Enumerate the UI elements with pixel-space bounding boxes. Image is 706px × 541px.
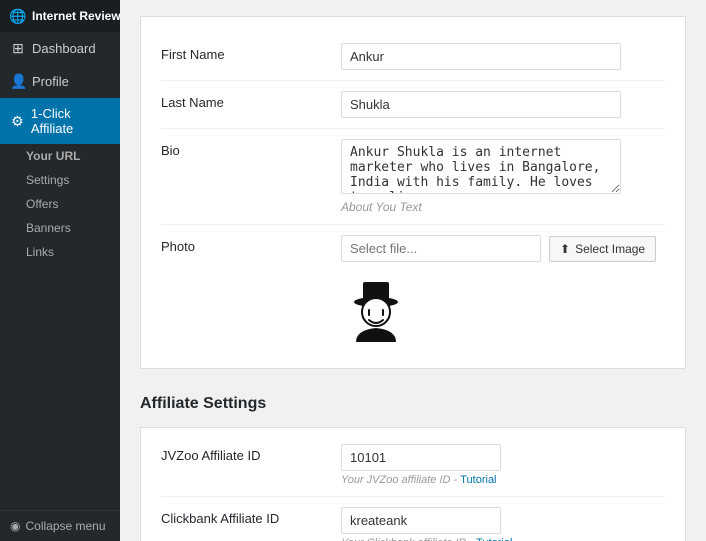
main-content: First Name Last Name Bio About You Text … [120, 0, 706, 541]
sidebar-item-dashboard[interactable]: ⊞ Dashboard [0, 32, 120, 65]
sidebar-item-settings[interactable]: Settings [0, 168, 120, 192]
affiliate-icon: ⚙ [10, 113, 25, 130]
upload-icon: ⬆ [560, 242, 570, 256]
first-name-label: First Name [161, 43, 341, 62]
sidebar-item-affiliate[interactable]: ⚙ 1-Click Affiliate [0, 98, 120, 144]
sidebar-item-banners[interactable]: Banners [0, 216, 120, 240]
bio-row: Bio About You Text [161, 129, 665, 225]
photo-input-row: ⬆ Select Image [341, 235, 665, 262]
jvzoo-tutorial-link[interactable]: Tutorial [460, 474, 496, 486]
clickbank-label: Clickbank Affiliate ID [161, 507, 341, 526]
dashboard-icon: ⊞ [10, 40, 26, 57]
sidebar-item-profile[interactable]: 👤 Profile [0, 65, 120, 98]
first-name-input[interactable] [341, 43, 621, 70]
clickbank-row: Clickbank Affiliate ID Your Clickbank af… [161, 497, 665, 541]
jvzoo-input[interactable] [341, 444, 501, 471]
last-name-label: Last Name [161, 91, 341, 110]
photo-row: Photo ⬆ Select Image [161, 225, 665, 352]
sidebar-item-links[interactable]: Links [0, 240, 120, 264]
clickbank-tutorial-link[interactable]: Tutorial [476, 537, 512, 541]
avatar [341, 272, 411, 342]
globe-icon: 🌐 [10, 8, 26, 24]
jvzoo-row: JVZoo Affiliate ID Your JVZoo affiliate … [161, 434, 665, 497]
first-name-control [341, 43, 665, 70]
affiliate-settings-section: JVZoo Affiliate ID Your JVZoo affiliate … [140, 427, 686, 541]
last-name-row: Last Name [161, 81, 665, 129]
avatar-image [341, 272, 411, 342]
photo-label: Photo [161, 235, 341, 254]
jvzoo-control: Your JVZoo affiliate ID - Tutorial [341, 444, 665, 486]
sidebar: 🌐 Internet Reviewer ⊞ Dashboard 👤 Profil… [0, 0, 120, 541]
profile-form-section: First Name Last Name Bio About You Text … [140, 16, 686, 369]
photo-control: ⬆ Select Image [341, 235, 665, 342]
clickbank-control: Your Clickbank affiliate ID - Tutorial [341, 507, 665, 541]
bio-textarea[interactable] [341, 139, 621, 194]
collapse-icon: ◉ [10, 519, 20, 533]
last-name-input[interactable] [341, 91, 621, 118]
jvzoo-label: JVZoo Affiliate ID [161, 444, 341, 463]
sidebar-item-offers[interactable]: Offers [0, 192, 120, 216]
affiliate-settings-heading: Affiliate Settings [140, 385, 686, 427]
select-image-button[interactable]: ⬆ Select Image [549, 236, 656, 262]
jvzoo-hint: Your JVZoo affiliate ID - Tutorial [341, 474, 665, 486]
sidebar-item-your-url[interactable]: Your URL [0, 144, 120, 168]
first-name-row: First Name [161, 33, 665, 81]
clickbank-hint: Your Clickbank affiliate ID - Tutorial [341, 537, 665, 541]
app-title: 🌐 Internet Reviewer [0, 0, 120, 32]
bio-label: Bio [161, 139, 341, 158]
bio-hint: About You Text [341, 200, 665, 214]
photo-file-input[interactable] [341, 235, 541, 262]
collapse-menu-button[interactable]: ◉ Collapse menu [0, 510, 120, 541]
last-name-control [341, 91, 665, 118]
clickbank-input[interactable] [341, 507, 501, 534]
profile-icon: 👤 [10, 73, 26, 90]
bio-control: About You Text [341, 139, 665, 214]
